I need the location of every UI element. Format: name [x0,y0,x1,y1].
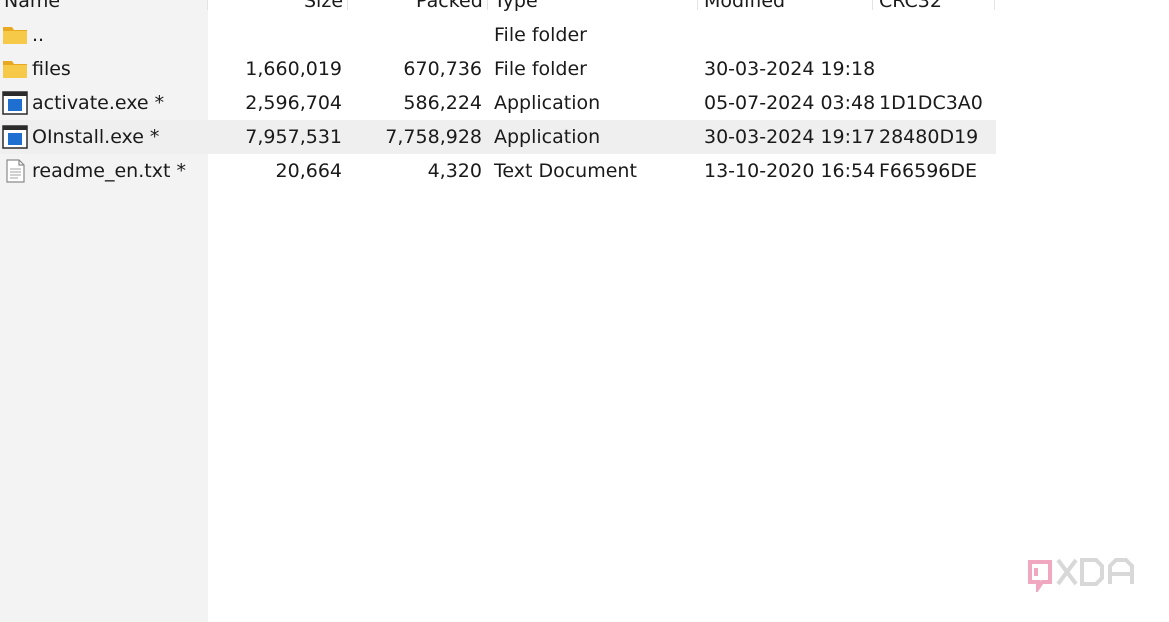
header-type[interactable]: Type [494,0,538,18]
table-row-parent[interactable]: .. File folder [0,18,996,52]
file-crc: F66596DE [879,160,978,182]
header-separator[interactable] [697,0,698,10]
application-icon [2,125,28,149]
header-packed[interactable]: Packed [416,0,483,18]
xda-watermark-logo [1028,558,1134,592]
file-modified: 30-03-2024 19:17 [704,126,876,148]
text-document-icon [6,159,25,183]
column-header-bar: Name Size Packed Type Modified CRC32 [0,0,1000,18]
header-separator[interactable] [347,0,348,10]
file-name: activate.exe * [32,92,165,114]
header-separator[interactable] [487,0,488,10]
file-type: Application [494,92,601,114]
file-crc: 28480D19 [879,126,979,148]
file-packed-size: 586,224 [403,92,482,114]
file-packed-size: 7,758,928 [385,126,482,148]
table-row-readme-txt[interactable]: readme_en.txt * 20,664 4,320 Text Docume… [0,154,996,188]
file-size: 7,957,531 [245,126,342,148]
header-separator[interactable] [207,0,208,10]
file-name: OInstall.exe * [32,126,160,148]
file-packed-size: 4,320 [427,160,482,182]
file-type: File folder [494,58,587,80]
file-size: 20,664 [275,160,342,182]
header-modified[interactable]: Modified [704,0,785,18]
application-icon [2,91,28,115]
file-name: .. [32,24,45,46]
file-type: File folder [494,24,587,46]
file-size: 1,660,019 [245,58,342,80]
header-name[interactable]: Name [4,0,60,18]
table-row-files[interactable]: files 1,660,019 670,736 File folder 30-0… [0,52,996,86]
table-row-activate-exe[interactable]: activate.exe * 2,596,704 586,224 Applica… [0,86,996,120]
header-separator[interactable] [872,0,873,10]
table-row-oinstall-exe[interactable]: OInstall.exe * 7,957,531 7,758,928 Appli… [0,120,996,154]
file-size: 2,596,704 [245,92,342,114]
file-type: Application [494,126,601,148]
file-modified: 13-10-2020 16:54 [704,160,876,182]
file-crc: 1D1DC3A0 [879,92,983,114]
archive-file-list-window: Name Size Packed Type Modified CRC32 .. … [0,0,1169,622]
folder-icon [3,61,27,78]
file-packed-size: 670,736 [403,58,482,80]
header-size[interactable]: Size [304,0,343,18]
file-name: readme_en.txt * [32,160,186,182]
file-modified: 05-07-2024 03:48 [704,92,876,114]
file-name: files [32,58,71,80]
folder-icon [3,27,27,44]
file-type: Text Document [494,160,637,182]
header-crc[interactable]: CRC32 [879,0,942,18]
file-modified: 30-03-2024 19:18 [704,58,876,80]
file-list: .. File folder files 1,660,019 670,736 F… [0,18,996,188]
header-separator[interactable] [994,0,995,10]
